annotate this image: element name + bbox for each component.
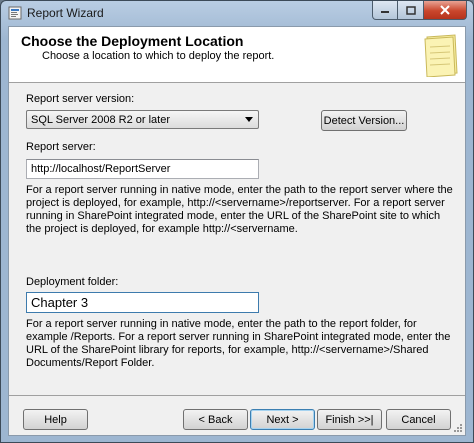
back-button[interactable]: < Back [183, 409, 248, 430]
page-title: Choose the Deployment Location [21, 33, 244, 49]
minimize-icon [381, 11, 389, 13]
server-version-selected: SQL Server 2008 R2 or later [31, 113, 170, 126]
deployment-folder-help: For a report server running in native mo… [26, 318, 450, 370]
report-server-input[interactable]: http://localhost/ReportServer [26, 159, 259, 179]
help-line: running in SharePoint integrated mode, e… [26, 210, 441, 222]
resize-grip-icon[interactable] [453, 423, 463, 433]
finish-button[interactable]: Finish >>| [317, 409, 382, 430]
help-line: Documents/Report Folder. [26, 357, 155, 369]
minimize-button[interactable] [372, 1, 398, 20]
help-line: URL of the SharePoint library for report… [26, 344, 429, 356]
close-button[interactable] [424, 1, 467, 20]
footer-divider [9, 395, 465, 396]
maximize-button[interactable] [398, 1, 424, 20]
report-server-label: Report server: [26, 141, 96, 153]
cancel-button[interactable]: Cancel [386, 409, 451, 430]
help-line: For a report server running in native mo… [26, 184, 453, 196]
wizard-body: Choose the Deployment Location Choose a … [8, 26, 466, 436]
help-line: example /Reports. For a report server ru… [26, 331, 451, 343]
help-button[interactable]: Help [23, 409, 88, 430]
next-button[interactable]: Next > [250, 409, 315, 430]
wizard-header: Choose the Deployment Location Choose a … [9, 27, 465, 83]
window-title: Report Wizard [27, 6, 104, 20]
help-line: the project is deployed, for example htt… [26, 223, 298, 235]
report-server-value: http://localhost/ReportServer [31, 163, 171, 175]
close-icon [440, 5, 450, 15]
chevron-down-icon [245, 117, 253, 122]
maximize-icon [405, 5, 416, 15]
page-subtitle: Choose a location to which to deploy the… [42, 50, 275, 62]
detect-version-button[interactable]: Detect Version... [321, 110, 407, 131]
deployment-folder-value: Chapter 3 [31, 295, 89, 310]
report-wizard-icon [8, 6, 22, 20]
deployment-folder-input[interactable]: Chapter 3 [26, 292, 259, 313]
server-version-dropdown[interactable]: SQL Server 2008 R2 or later [26, 110, 259, 129]
report-server-help: For a report server running in native mo… [26, 184, 453, 236]
deployment-folder-label: Deployment folder: [26, 276, 119, 288]
server-version-label: Report server version: [26, 93, 135, 105]
title-bar[interactable]: Report Wizard [1, 1, 473, 25]
report-wizard-window: Report Wizard Choose the Deployment Loca… [0, 0, 474, 443]
help-line: For a report server running in native mo… [26, 318, 417, 330]
note-paper-icon [424, 34, 458, 77]
help-line: project is deployed, for example, http:/… [26, 197, 445, 209]
